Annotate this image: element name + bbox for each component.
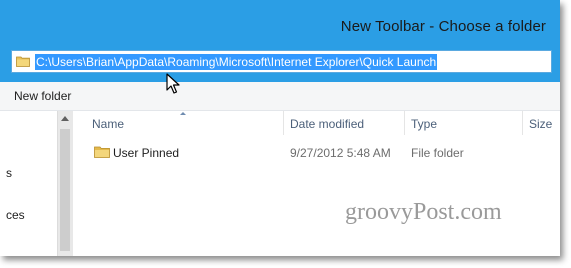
new-folder-button[interactable]: New folder xyxy=(14,89,71,103)
nav-scrollbar[interactable] xyxy=(57,111,73,256)
title-bar: New Toolbar - Choose a folder xyxy=(0,0,560,44)
column-divider[interactable] xyxy=(404,111,405,135)
column-divider[interactable] xyxy=(522,111,523,135)
address-text: C:\Users\Brian\AppData\Roaming\Microsoft… xyxy=(35,54,438,70)
dialog-window: New Toolbar - Choose a folder C:\Users\B… xyxy=(0,0,560,256)
scroll-up-arrow-icon[interactable] xyxy=(61,116,69,121)
watermark-logo: groovyPost.com xyxy=(345,199,502,225)
mouse-pointer-icon xyxy=(166,73,180,94)
address-bar: C:\Users\Brian\AppData\Roaming\Microsoft… xyxy=(0,44,560,82)
file-name: User Pinned xyxy=(113,146,180,160)
navigation-pane: s ces xyxy=(0,111,57,256)
window-title: New Toolbar - Choose a folder xyxy=(340,18,546,35)
scroll-thumb[interactable] xyxy=(60,129,70,251)
file-date-modified: 9/27/2012 5:48 AM xyxy=(290,146,391,160)
column-header-row: Name Date modified Type Size xyxy=(73,111,560,135)
column-header-type[interactable]: Type xyxy=(411,117,437,131)
address-input[interactable]: C:\Users\Brian\AppData\Roaming\Microsoft… xyxy=(11,50,552,73)
sort-ascending-icon xyxy=(180,112,186,115)
file-type: File folder xyxy=(411,146,464,160)
file-list: Name Date modified Type Size User Pinned… xyxy=(73,111,560,256)
nav-item[interactable]: s xyxy=(6,166,12,180)
file-row[interactable]: User Pinned 9/27/2012 5:48 AM File folde… xyxy=(73,140,560,162)
column-divider[interactable] xyxy=(283,111,284,135)
column-header-date-modified[interactable]: Date modified xyxy=(290,117,364,131)
command-toolbar: New folder xyxy=(0,82,560,111)
column-header-name[interactable]: Name xyxy=(92,117,124,131)
folder-icon xyxy=(94,146,110,158)
folder-icon xyxy=(16,56,30,67)
nav-item[interactable]: ces xyxy=(6,208,25,222)
column-header-size[interactable]: Size xyxy=(529,117,552,131)
